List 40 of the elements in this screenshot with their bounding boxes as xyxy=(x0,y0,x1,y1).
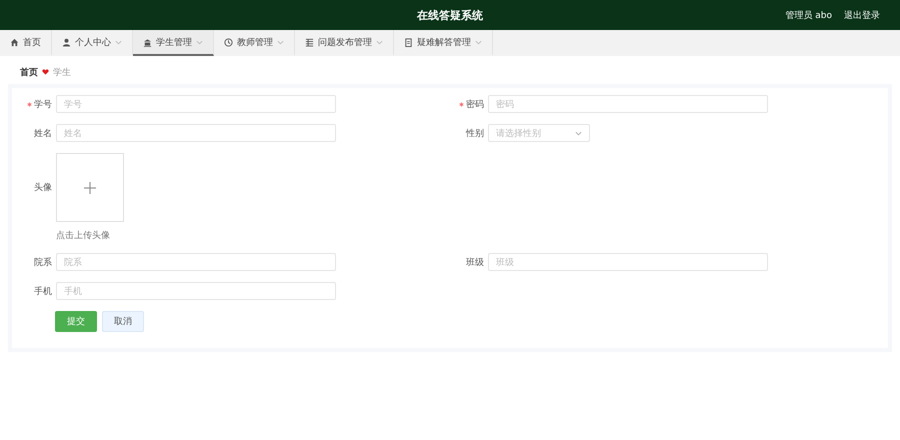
chevron-down-icon xyxy=(196,40,203,44)
field-label: 院系 xyxy=(34,256,52,268)
upload-hint: 点击上传头像 xyxy=(56,230,111,242)
field-label: 头像 xyxy=(34,182,52,194)
text-field[interactable]: 密码 xyxy=(488,95,768,113)
text-field[interactable]: 班级 xyxy=(488,253,768,271)
field-label: 密码 xyxy=(459,98,484,110)
nav-tab[interactable]: 学生管理 xyxy=(133,30,214,56)
nav-tab[interactable]: 问题发布管理 xyxy=(295,30,394,56)
upload-area[interactable] xyxy=(56,153,124,222)
text-field[interactable]: 院系 xyxy=(56,253,336,271)
cancel-button[interactable]: 取消 xyxy=(102,311,144,332)
field-label: 学号 xyxy=(27,98,52,110)
home-icon xyxy=(10,38,19,46)
clock-icon xyxy=(224,38,233,46)
field-label: 班级 xyxy=(466,256,484,268)
logout-link[interactable]: 退出登录 xyxy=(844,8,880,22)
list-icon xyxy=(305,38,314,46)
nav-tab[interactable]: 首页 xyxy=(0,30,52,56)
chevron-down-icon xyxy=(475,40,482,44)
text-field[interactable]: 学号 xyxy=(56,95,336,113)
building-icon xyxy=(143,38,152,46)
breadcrumb-link[interactable]: 首页 xyxy=(20,66,38,78)
plus-icon xyxy=(84,182,96,194)
field-label: 姓名 xyxy=(34,128,52,140)
field-label: 性别 xyxy=(466,128,484,140)
text-field[interactable]: 姓名 xyxy=(56,124,336,142)
app-title: 在线答疑系统 xyxy=(417,8,483,22)
heart-icon xyxy=(42,69,49,75)
text-field[interactable]: 手机 xyxy=(56,282,336,300)
field-label: 手机 xyxy=(34,286,52,298)
chevron-down-icon xyxy=(115,40,122,44)
chevron-down-icon xyxy=(376,40,383,44)
user-icon xyxy=(62,38,71,46)
chevron-down-icon xyxy=(277,40,284,44)
nav-tab[interactable]: 教师管理 xyxy=(214,30,295,56)
user-name: 管理员 abo xyxy=(785,10,832,22)
document-icon xyxy=(404,38,413,46)
chevron-down-icon xyxy=(575,130,582,136)
nav-tab[interactable]: 疑难解答管理 xyxy=(394,30,493,56)
